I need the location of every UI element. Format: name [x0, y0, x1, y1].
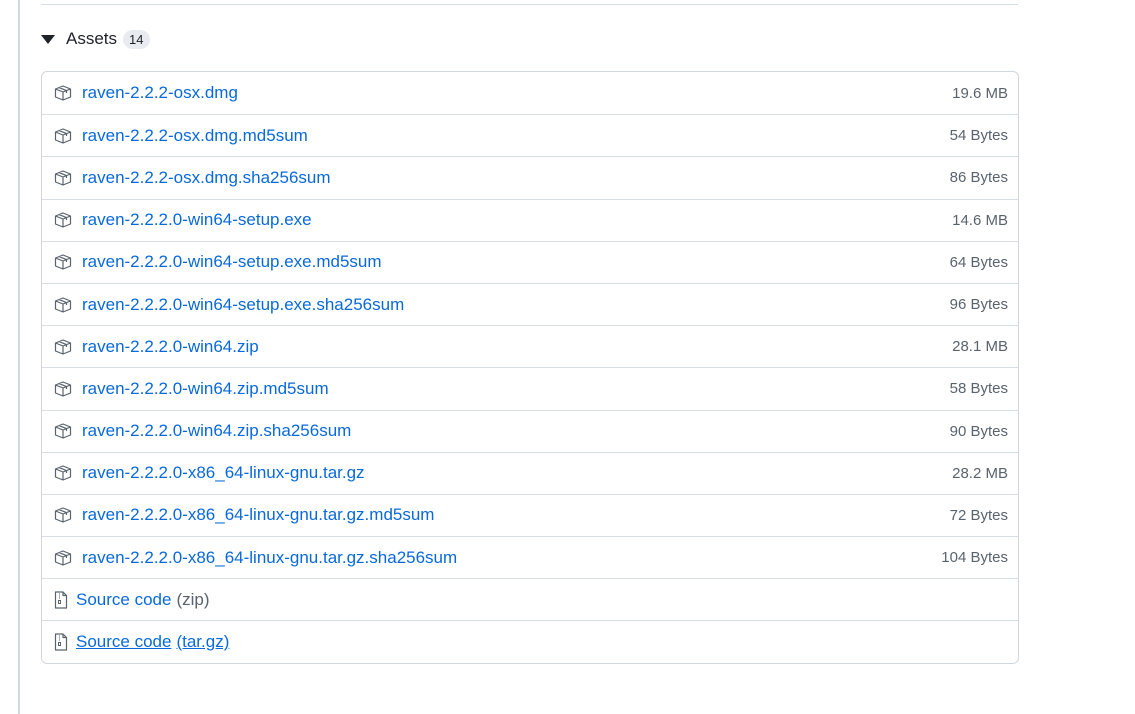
asset-download-link[interactable]: raven-2.2.2.0-x86_64-linux-gnu.tar.gz.md…	[82, 505, 434, 525]
assets-toggle[interactable]: Assets 14	[41, 25, 150, 53]
triangle-down-icon	[41, 35, 55, 44]
assets-count-badge: 14	[123, 29, 150, 49]
package-icon	[54, 170, 72, 186]
asset-download-link[interactable]: raven-2.2.2.0-win64-setup.exe.md5sum	[82, 252, 382, 272]
asset-row: raven-2.2.2.0-win64.zip.sha256sum 90 Byt…	[42, 409, 1018, 452]
asset-size: 58 Bytes	[949, 380, 1008, 398]
asset-size: 72 Bytes	[949, 506, 1008, 524]
package-icon	[54, 423, 72, 439]
asset-download-link[interactable]: raven-2.2.2.0-win64-setup.exe	[82, 210, 312, 230]
asset-row: raven-2.2.2.0-x86_64-linux-gnu.tar.gz 28…	[42, 451, 1018, 494]
asset-size: 28.1 MB	[952, 338, 1008, 356]
asset-row: raven-2.2.2.0-win64-setup.exe 14.6 MB	[42, 198, 1018, 241]
package-icon	[54, 381, 72, 397]
asset-download-link[interactable]: raven-2.2.2.0-win64-setup.exe.sha256sum	[82, 295, 404, 315]
section-divider	[41, 4, 1018, 5]
asset-download-link[interactable]: raven-2.2.2.0-win64.zip.sha256sum	[82, 421, 351, 441]
assets-title: Assets	[66, 29, 118, 48]
package-icon	[54, 507, 72, 524]
source-code-zip-link[interactable]: Source code	[76, 590, 171, 610]
package-icon	[54, 465, 72, 481]
asset-download-link[interactable]: raven-2.2.2-osx.dmg.md5sum	[82, 126, 308, 146]
asset-row: raven-2.2.2-osx.dmg.sha256sum 86 Bytes	[42, 156, 1018, 198]
package-icon	[54, 85, 72, 101]
asset-row: raven-2.2.2.0-win64-setup.exe.md5sum 64 …	[42, 240, 1018, 283]
source-code-targz-ext[interactable]: (tar.gz)	[176, 632, 229, 652]
asset-row: raven-2.2.2.0-win64.zip.md5sum 58 Bytes	[42, 367, 1018, 409]
package-icon	[54, 339, 72, 355]
asset-download-link[interactable]: raven-2.2.2.0-win64.zip.md5sum	[82, 379, 329, 399]
asset-download-link[interactable]: raven-2.2.2.0-x86_64-linux-gnu.tar.gz.sh…	[82, 548, 457, 568]
source-code-targz-link[interactable]: Source code	[76, 632, 171, 652]
asset-size: 54 Bytes	[949, 127, 1008, 145]
asset-download-link[interactable]: raven-2.2.2-osx.dmg	[82, 83, 238, 103]
source-row: Source code (tar.gz)	[42, 620, 1018, 662]
asset-size: 64 Bytes	[949, 253, 1008, 271]
package-icon	[54, 550, 72, 566]
asset-download-link[interactable]: raven-2.2.2-osx.dmg.sha256sum	[82, 168, 331, 188]
asset-size: 104 Bytes	[941, 549, 1008, 567]
package-icon	[54, 212, 72, 228]
asset-size: 19.6 MB	[952, 84, 1008, 102]
asset-size: 28.2 MB	[952, 464, 1008, 482]
asset-row: raven-2.2.2-osx.dmg 19.6 MB	[42, 72, 1018, 114]
asset-size: 96 Bytes	[949, 296, 1008, 314]
file-zip-icon	[54, 633, 68, 651]
asset-size: 90 Bytes	[949, 422, 1008, 440]
file-zip-icon	[54, 591, 68, 609]
asset-row: raven-2.2.2.0-x86_64-linux-gnu.tar.gz.md…	[42, 493, 1018, 536]
source-code-zip-ext[interactable]: (zip)	[176, 590, 209, 610]
asset-row: raven-2.2.2.0-win64.zip 28.1 MB	[42, 325, 1018, 367]
asset-row: raven-2.2.2.0-win64-setup.exe.sha256sum …	[42, 282, 1018, 325]
asset-download-link[interactable]: raven-2.2.2.0-win64.zip	[82, 337, 259, 357]
package-icon	[54, 254, 72, 270]
package-icon	[54, 128, 72, 144]
asset-size: 86 Bytes	[949, 169, 1008, 187]
source-row: Source code (zip)	[42, 578, 1018, 620]
package-icon	[54, 296, 72, 313]
asset-row: raven-2.2.2-osx.dmg.md5sum 54 Bytes	[42, 114, 1018, 156]
timeline-rule	[18, 0, 20, 714]
assets-list: raven-2.2.2-osx.dmg 19.6 MB raven-2.2.2-…	[41, 71, 1019, 664]
asset-row: raven-2.2.2.0-x86_64-linux-gnu.tar.gz.sh…	[42, 536, 1018, 578]
asset-download-link[interactable]: raven-2.2.2.0-x86_64-linux-gnu.tar.gz	[82, 463, 365, 483]
asset-size: 14.6 MB	[952, 211, 1008, 229]
